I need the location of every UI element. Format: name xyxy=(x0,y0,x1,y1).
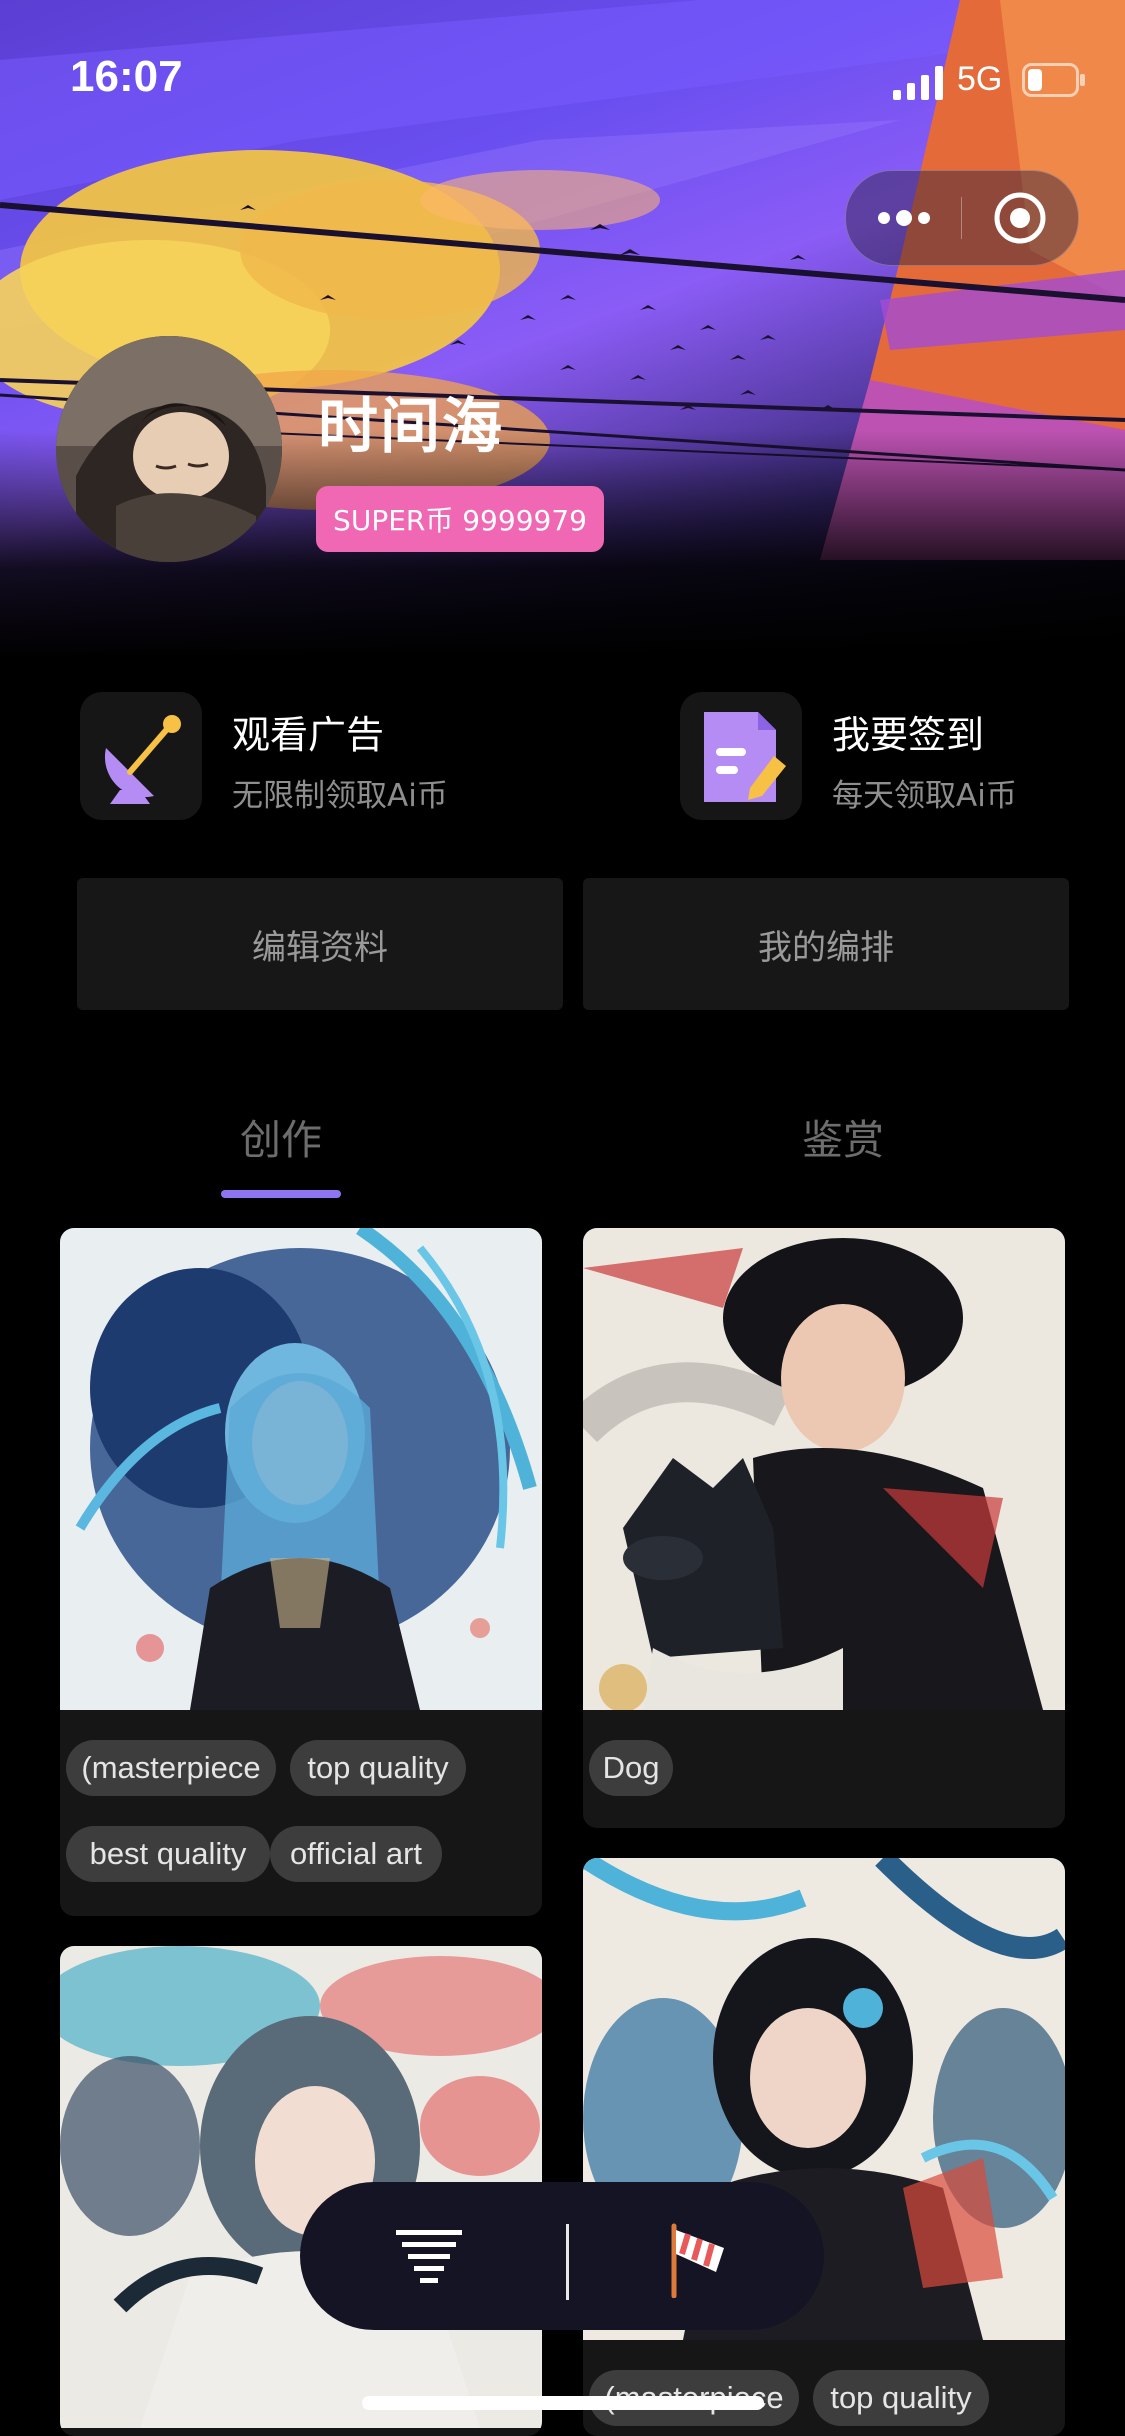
floating-bar-divider xyxy=(566,2224,569,2300)
my-arrangement-button[interactable]: 我的编排 xyxy=(583,878,1069,1010)
avatar-image xyxy=(56,336,282,562)
edit-profile-button[interactable]: 编辑资料 xyxy=(77,878,563,1010)
avatar[interactable] xyxy=(56,336,282,562)
artwork-card[interactable]: Dog xyxy=(583,1228,1065,1828)
satellite-dish-icon xyxy=(104,715,181,804)
more-dots-icon xyxy=(877,210,930,226)
miniprogram-capsule xyxy=(845,170,1079,266)
tab-create[interactable]: 创作 xyxy=(240,1106,322,1166)
watch-ad-title: 观看广告 xyxy=(232,713,385,757)
home-indicator xyxy=(362,2396,764,2410)
user-name: 时间海 xyxy=(318,392,504,462)
tab-appreciate[interactable]: 鉴赏 xyxy=(802,1106,884,1166)
status-time: 16:07 xyxy=(70,52,183,101)
filter-icon[interactable] xyxy=(392,2228,466,2290)
battery-icon xyxy=(1022,63,1085,97)
network-type: 5G xyxy=(957,60,1003,98)
sign-in-note-icon xyxy=(704,712,786,802)
active-tab-indicator xyxy=(221,1190,341,1198)
status-bar: 16:07 5G xyxy=(0,0,1125,150)
artwork-card[interactable]: (masterpiece top quality xyxy=(583,1858,1065,2436)
prompt-tag[interactable]: official art xyxy=(270,1826,442,1882)
prompt-tag[interactable]: top quality xyxy=(813,2370,989,2426)
more-button[interactable] xyxy=(846,171,961,265)
watch-ad-icon-box xyxy=(80,692,202,820)
prompt-tag[interactable]: best quality xyxy=(66,1826,270,1882)
flag-icon[interactable] xyxy=(664,2220,736,2298)
floating-action-bar xyxy=(300,2182,824,2330)
prompt-tag[interactable]: top quality xyxy=(290,1740,466,1796)
profile-page: 16:07 5G 时间海 SUPER币 9999979 观看广告 无限制领取Ai… xyxy=(0,0,1125,2436)
artwork-image xyxy=(60,1228,542,1710)
signal-icon xyxy=(893,66,943,100)
watch-ad-subtitle: 无限制领取Ai币 xyxy=(232,778,448,814)
signin-icon-box xyxy=(680,692,802,820)
artwork-image xyxy=(583,1228,1065,1710)
coin-balance-badge: SUPER币 9999979 xyxy=(316,486,604,552)
signin-subtitle: 每天领取Ai币 xyxy=(832,778,1017,814)
daily-signin-card[interactable]: 我要签到 每天领取Ai币 xyxy=(680,692,1100,822)
close-target-icon xyxy=(994,192,1046,244)
artwork-card[interactable]: (masterpiece top quality best quality of… xyxy=(60,1228,542,1916)
close-miniprogram-button[interactable] xyxy=(962,171,1078,265)
prompt-tag[interactable]: Dog xyxy=(589,1740,673,1796)
watch-ad-card[interactable]: 观看广告 无限制领取Ai币 xyxy=(80,692,520,822)
signin-title: 我要签到 xyxy=(832,713,985,757)
prompt-tag[interactable]: (masterpiece xyxy=(66,1740,276,1796)
